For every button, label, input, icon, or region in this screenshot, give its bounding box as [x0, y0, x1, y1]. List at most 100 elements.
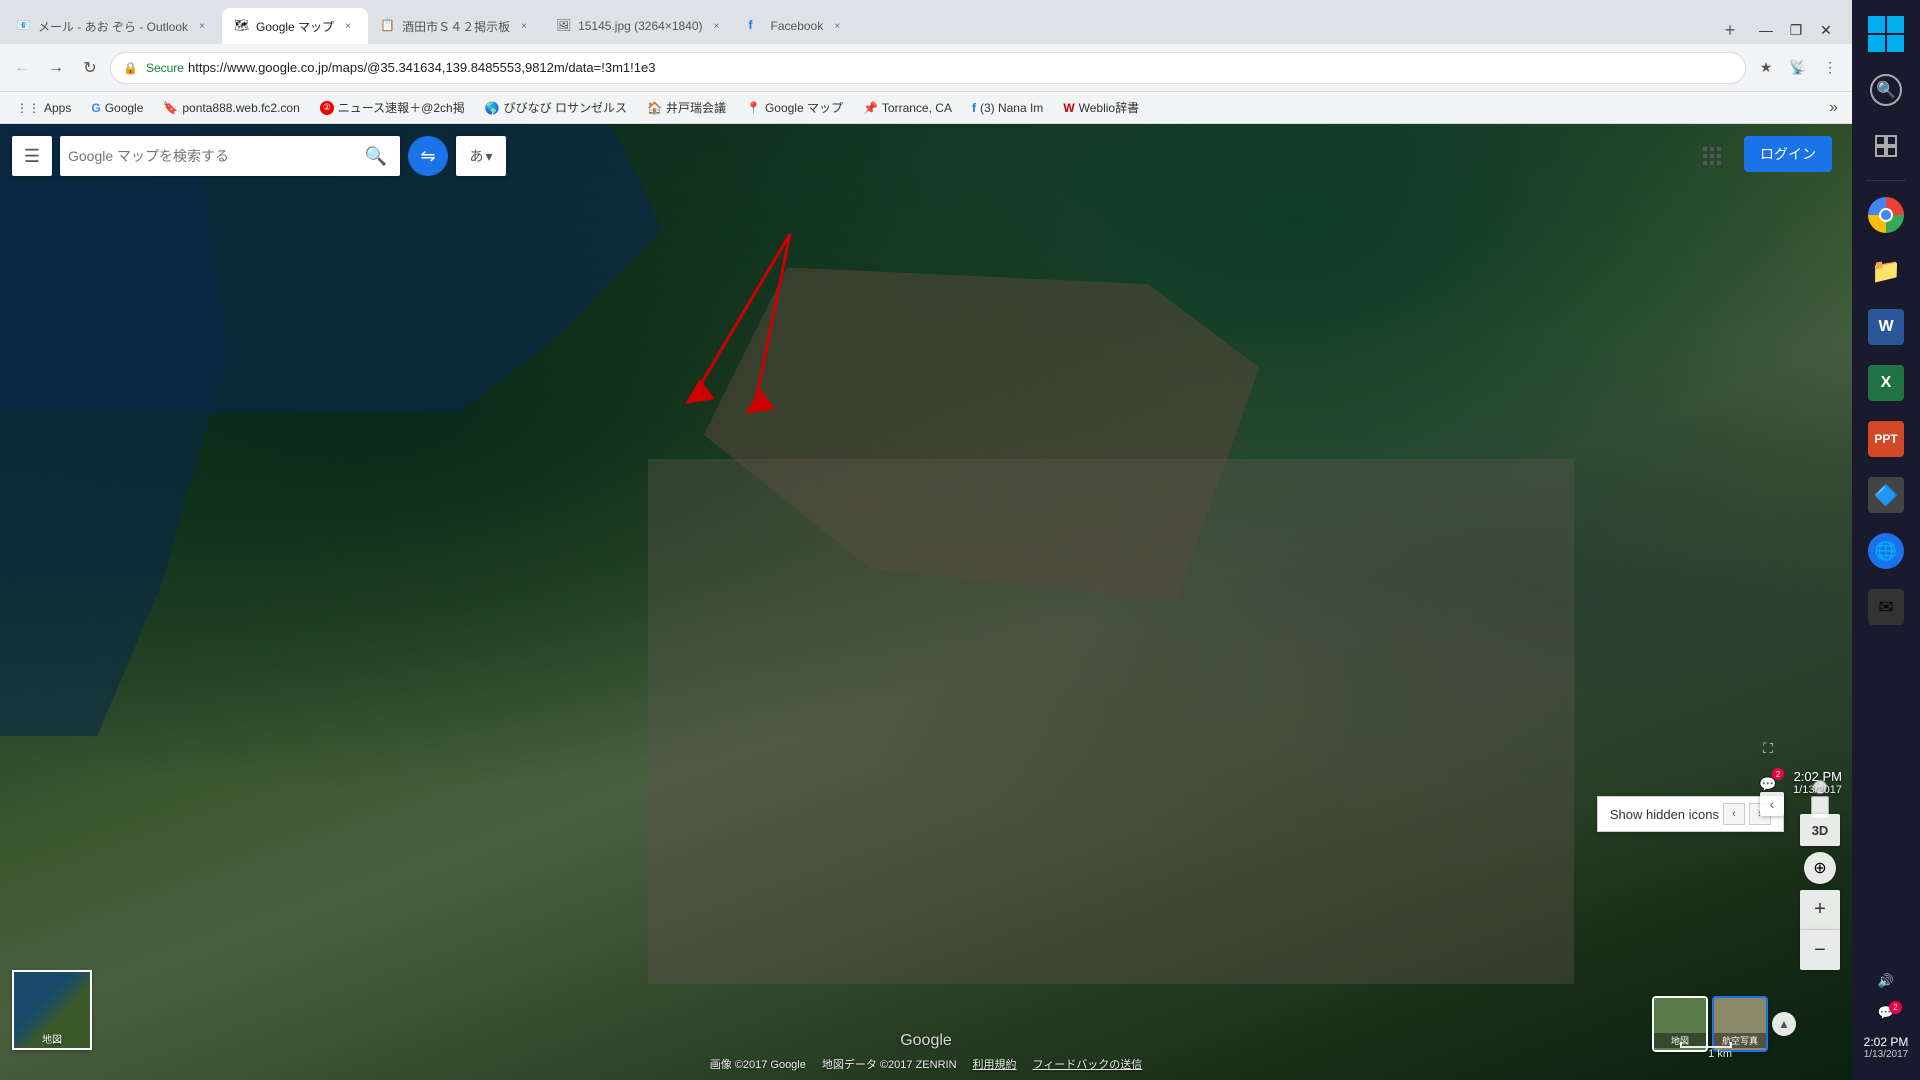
scale-bar: 1 km [1680, 1042, 1732, 1060]
bookmark-nana[interactable]: f (3) Nana Im [964, 99, 1051, 117]
bookmark-pibinabi[interactable]: 🌎 ぴびなび ロサンゼルス [477, 97, 635, 118]
map-area[interactable]: ☰ 🔍 ⇋ あ ▾ ログイン [0, 124, 1852, 1080]
settings-button[interactable]: ⋮ [1816, 54, 1844, 82]
map-back-button[interactable]: ‹ [1760, 792, 1784, 816]
tab-gmap-close[interactable]: × [340, 18, 356, 34]
bookmark-torrance[interactable]: 📌 Torrance, CA [855, 99, 960, 117]
language-label: あ [469, 146, 483, 166]
notification-icon[interactable]: 💬 2 [1868, 999, 1904, 1027]
taskbar-word-icon[interactable]: W [1862, 303, 1910, 351]
tab-outlook[interactable]: 📧 メール - あお ぞら - Outlook × [4, 8, 222, 44]
windows-taskbar: 🔍 📁 W X PPT 🔷 � [1852, 0, 1920, 1080]
attribution-feedback[interactable]: フィードバックの送信 [1033, 1056, 1143, 1072]
close-button[interactable]: ✕ [1812, 16, 1840, 44]
gmap-favicon: 📍 [746, 101, 761, 115]
bookmark-torrance-label: Torrance, CA [882, 101, 952, 115]
hamburger-button[interactable]: ☰ [12, 136, 52, 176]
expand-map-type-button[interactable]: ▲ [1772, 1012, 1796, 1036]
bookmark-nana-label: (3) Nana Im [980, 101, 1043, 115]
urban-area [648, 459, 1574, 985]
tab-outlook-close[interactable]: × [194, 18, 210, 34]
compass-icon: ⊕ [1813, 858, 1826, 878]
login-button[interactable]: ログイン [1744, 136, 1832, 172]
search-box[interactable]: 🔍 [60, 136, 400, 176]
maps-search-panel: ☰ 🔍 ⇋ あ ▾ [12, 136, 506, 176]
bookmark-weblio-label: Weblio辞書 [1079, 99, 1139, 116]
ponta-favicon: 🔖 [163, 101, 178, 115]
taskbar-explorer-icon[interactable]: 📁 [1862, 247, 1910, 295]
bookmark-gmap[interactable]: 📍 Google マップ [738, 97, 851, 118]
bookmark-news[interactable]: ② ニュース速報＋@2ch掲 [312, 97, 473, 118]
tray-icon-1[interactable]: ⛶ [1752, 732, 1784, 764]
zoom-in-button[interactable]: + [1800, 890, 1840, 930]
tab-facebook[interactable]: f Facebook × [737, 8, 858, 44]
taskbar-chrome-icon[interactable] [1862, 191, 1910, 239]
bookmarks-bar: ⋮⋮ Apps G Google 🔖 ponta888.web.fc2.con … [0, 92, 1852, 124]
taskbar-app2-icon[interactable]: 🌐 [1862, 527, 1910, 575]
address-input[interactable]: 🔒 Secure https://www.google.co.jp/maps/@… [110, 52, 1746, 84]
bookmark-ido[interactable]: 🏠 井戸瑞会議 [639, 97, 734, 118]
tab-facebook-close[interactable]: × [829, 18, 845, 34]
taskbar-search-button[interactable]: 🔍 [1862, 66, 1910, 114]
system-clock: 2:02 PM 1/13/2017 [1789, 765, 1846, 800]
app1-icon: 🔷 [1868, 477, 1904, 513]
directions-button[interactable]: ⇋ [408, 136, 448, 176]
minimap[interactable]: 地図 [12, 970, 92, 1050]
map-controls: 3D ⊕ + − [1800, 814, 1840, 970]
bookmarks-more-button[interactable]: » [1823, 97, 1844, 119]
tab-sakata[interactable]: 📋 酒田市Ｓ４２掲示板 × [368, 8, 544, 44]
bookmark-google[interactable]: G Google [83, 99, 151, 117]
maps-search-button[interactable]: 🔍 [360, 140, 392, 172]
bookmark-gmap-label: Google マップ [765, 99, 843, 116]
notification-badge: 2 [1772, 768, 1784, 780]
taskbar-ppt-icon[interactable]: PPT [1862, 415, 1910, 463]
forward-button[interactable]: → [42, 54, 70, 82]
tab-img[interactable]: 🖼 15145.jpg (3264×1840) × [544, 8, 736, 44]
maps-search-input[interactable] [68, 148, 352, 164]
new-tab-button[interactable]: + [1716, 16, 1744, 44]
bookmark-ponta-label: ponta888.web.fc2.con [182, 101, 299, 115]
minimize-button[interactable]: — [1752, 16, 1780, 44]
tab-outlook-title: メール - あお ぞら - Outlook [38, 18, 188, 35]
zoom-out-button[interactable]: − [1800, 930, 1840, 970]
taskbar-excel-icon[interactable]: X [1862, 359, 1910, 407]
tab-sakata-close[interactable]: × [516, 18, 532, 34]
hidden-icons-prev-button[interactable]: ‹ [1723, 803, 1745, 825]
google-favicon: G [91, 101, 100, 115]
tab-facebook-favicon: f [749, 18, 765, 34]
language-button[interactable]: あ ▾ [456, 136, 506, 176]
address-bar: ← → ↻ 🔒 Secure https://www.google.co.jp/… [0, 44, 1852, 92]
task-view-button[interactable] [1862, 122, 1910, 170]
taskbar-app3-icon[interactable]: ✉ [1862, 583, 1910, 631]
bookmark-weblio[interactable]: W Weblio辞書 [1055, 97, 1147, 118]
clock-time: 2:02 PM [1794, 769, 1842, 784]
apps-grid-button[interactable] [1692, 136, 1732, 176]
notification-count-badge: 2 [1889, 1001, 1902, 1014]
bookmark-apps[interactable]: ⋮⋮ Apps [8, 99, 79, 117]
map-3d-button[interactable]: 3D [1800, 814, 1840, 846]
address-actions: ★ 📡 ⋮ [1752, 54, 1844, 82]
tab-facebook-title: Facebook [771, 19, 824, 33]
attribution-terms[interactable]: 利用規約 [973, 1056, 1017, 1072]
language-dropdown-icon: ▾ [485, 148, 492, 165]
windows-start-button[interactable] [1862, 10, 1910, 58]
excel-icon: X [1868, 365, 1904, 401]
google-brand: Google [900, 1032, 952, 1050]
taskbar-divider [1866, 180, 1906, 181]
back-button[interactable]: ← [8, 54, 36, 82]
cast-button[interactable]: 📡 [1784, 54, 1812, 82]
taskbar-clock-time: 2:02 PM [1864, 1035, 1909, 1049]
bookmark-star-button[interactable]: ★ [1752, 54, 1780, 82]
restore-button[interactable]: ❐ [1782, 16, 1810, 44]
tab-img-favicon: 🖼 [556, 18, 572, 34]
compass-button[interactable]: ⊕ [1804, 852, 1836, 884]
volume-icon[interactable]: 🔊 [1868, 967, 1904, 995]
bookmark-ponta[interactable]: 🔖 ponta888.web.fc2.con [155, 99, 307, 117]
reload-button[interactable]: ↻ [76, 54, 104, 82]
nana-favicon: f [972, 101, 976, 115]
tab-gmap[interactable]: 🗺 Google マップ × [222, 8, 368, 44]
tab-sakata-title: 酒田市Ｓ４２掲示板 [402, 18, 510, 35]
app3-icon: ✉ [1868, 589, 1904, 625]
tab-img-close[interactable]: × [709, 18, 725, 34]
taskbar-app1-icon[interactable]: 🔷 [1862, 471, 1910, 519]
